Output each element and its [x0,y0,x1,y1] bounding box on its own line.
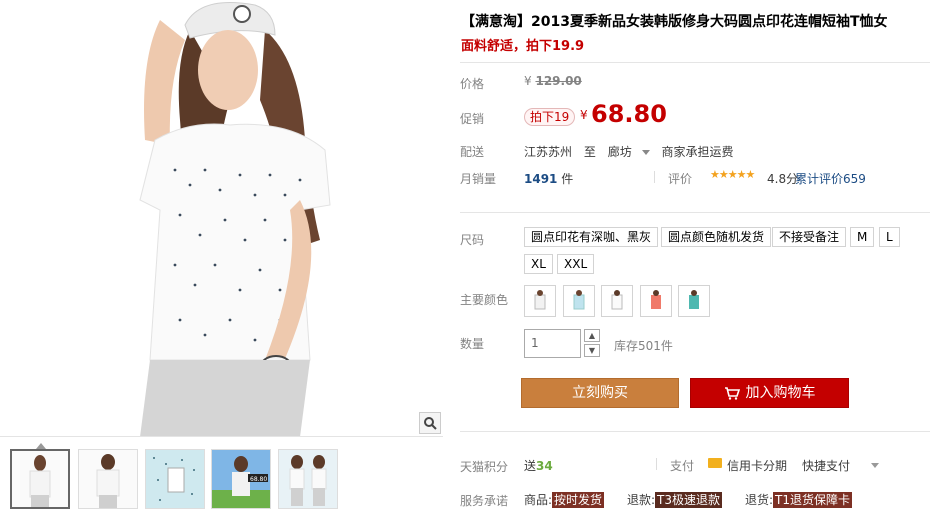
shipping-info: 江苏苏州 至 廊坊 商家承担运费 [524,143,742,160]
payment-label: 支付 [670,459,695,473]
rating-stars-icon: ★★★★★ [710,168,755,181]
divider [460,431,930,432]
return-label: 退货: [745,493,774,507]
product-title: 【满意淘】2013夏季新品女装韩版修身大码圆点印花连帽短袖T恤女 [461,14,888,30]
product-gallery: 68.80 [0,0,443,517]
size-option[interactable]: M [850,227,875,247]
product-info: 【满意淘】2013夏季新品女装韩版修身大码圆点印花连帽短袖T恤女 面料舒适，拍下… [443,0,930,517]
goods-label: 商品: [524,493,553,507]
size-label: 尺码 [460,233,485,247]
color-swatch-3[interactable] [601,285,633,317]
rating-score: 4.8分 [767,172,799,186]
original-price-value: 129.00 [535,74,582,88]
color-swatch-1[interactable] [524,285,556,317]
size-option[interactable]: L [879,227,900,247]
ship-from: 江苏苏州 [524,145,573,159]
sales-count: 1491 [524,172,558,186]
original-currency: ¥ [524,74,532,88]
promise-refund: 退款: T3极速退款 [627,491,723,508]
shipping-note: 商家承担运费 [661,145,734,159]
thumbnail-1[interactable] [10,449,70,509]
quantity-increase-icon[interactable]: ▲ [584,329,600,342]
product-subtitle: 面料舒适，拍下19.9 [461,39,585,54]
promise-return: 退货: T1退货保障卡 [745,491,853,508]
buy-now-button[interactable]: 立刻购买 [521,378,679,408]
quantity-decrease-icon[interactable]: ▼ [584,344,600,357]
original-price: ¥ 129.00 [524,74,582,88]
ship-destination[interactable]: 廊坊 [608,145,632,159]
points-value: 34 [536,459,553,473]
sales-unit: 件 [561,172,574,186]
points-info: 送34 [524,457,553,474]
divider [654,171,655,183]
points-prefix: 送 [524,459,537,473]
refund-label: 退款: [627,493,656,507]
promo-badge: 拍下19 [524,108,576,126]
chevron-down-icon[interactable] [641,150,650,155]
model-photo [139,2,331,436]
size-option[interactable]: 不接受备注 [772,227,847,247]
chevron-down-icon[interactable] [871,463,879,468]
credit-installment[interactable]: 信用卡分期 [727,457,787,474]
thumbnail-price-badge: 68.80 [250,476,267,483]
cart-icon [724,386,740,400]
thumbnail-2[interactable] [78,449,138,509]
thumbnail-3[interactable] [145,449,205,509]
add-to-cart-button[interactable]: 加入购物车 [690,378,849,408]
promo-currency: ¥ [580,108,588,122]
ship-destination-select[interactable]: 廊坊 [608,145,658,159]
promo-price: 68.80 [591,100,667,128]
points-label: 天猫积分 [460,460,509,474]
promo-label: 促销 [460,112,485,126]
size-option[interactable]: 圆点印花有深咖、黑灰 [524,227,659,247]
color-label: 主要颜色 [460,293,509,307]
size-option[interactable]: XXL [557,254,595,274]
refund-tag[interactable]: T3极速退款 [655,492,723,508]
goods-tag[interactable]: 按时发货 [552,492,605,508]
color-swatch-4[interactable] [640,285,672,317]
credit-card-icon [708,458,722,468]
color-swatch-2[interactable] [563,285,595,317]
review-count-link[interactable]: 累计评价659 [795,170,866,187]
product-page: 68.80 【满意淘】2013夏季新品女装韩版修身大码圆点印花连帽短袖T恤女 面… [0,0,930,517]
size-option[interactable]: XL [524,254,553,274]
sales-label: 月销量 [460,172,497,186]
size-option[interactable]: 圆点颜色随机发货 [661,227,772,247]
thumbnail-5[interactable] [278,449,338,509]
main-product-image[interactable] [0,0,443,437]
promise-goods: 商品: 按时发货 [524,491,605,508]
divider [656,458,657,470]
shipping-label: 配送 [460,145,485,159]
zoom-icon[interactable] [419,412,441,434]
thumbnail-4[interactable]: 68.80 [211,449,271,509]
quantity-input[interactable]: 1 [524,329,581,358]
divider [460,212,930,213]
monthly-sales: 1491 件 [524,170,573,187]
rating-label: 评价 [668,172,693,186]
add-to-cart-label[interactable]: 加入购物车 [746,385,816,401]
promise-label: 服务承诺 [460,494,509,508]
stock-count: 库存501件 [614,339,673,353]
quick-pay[interactable]: 快捷支付 [802,457,850,474]
color-swatch-5[interactable] [678,285,710,317]
price-label: 价格 [460,77,485,91]
quantity-label: 数量 [460,337,485,351]
return-tag[interactable]: T1退货保障卡 [773,492,853,508]
ship-to-word: 至 [583,145,596,159]
divider [460,62,930,63]
